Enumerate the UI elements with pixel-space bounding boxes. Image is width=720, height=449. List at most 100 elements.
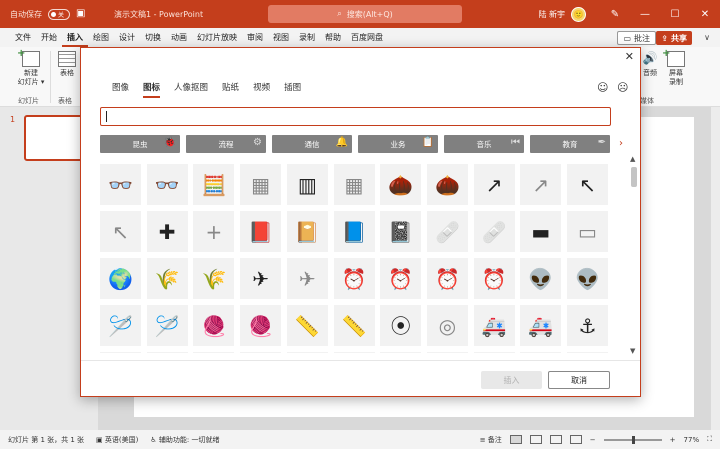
- partial-icon-8[interactable]: [426, 352, 468, 353]
- audio-button[interactable]: 🔊 音频: [640, 51, 660, 78]
- menu-item[interactable]: 动画: [166, 28, 192, 47]
- minimize-button[interactable]: —: [630, 0, 660, 28]
- insert-button[interactable]: 插入: [481, 371, 542, 389]
- partial-icon-6[interactable]: [333, 352, 375, 353]
- partial-icon-2[interactable]: [146, 352, 188, 353]
- partial-icon-10[interactable]: [520, 352, 562, 353]
- ambulance-filled-icon[interactable]: 🚑: [473, 305, 515, 346]
- plus-filled-icon[interactable]: ✚: [146, 211, 188, 252]
- dialog-tab[interactable]: 图标: [136, 81, 167, 98]
- zoom-level[interactable]: 77%: [684, 436, 700, 444]
- farmland-outline-icon[interactable]: 🌾: [193, 258, 235, 299]
- farmland-filled-icon[interactable]: 🌾: [146, 258, 188, 299]
- button-outline-icon[interactable]: ◎: [426, 305, 468, 346]
- plus-outline-icon[interactable]: +: [193, 211, 235, 252]
- menu-item[interactable]: 视图: [268, 28, 294, 47]
- acorn-filled-icon[interactable]: 🌰: [380, 164, 422, 205]
- share-button[interactable]: ⇪ 共享: [656, 31, 692, 45]
- slideshow-icon[interactable]: [569, 435, 582, 444]
- contact-book-filled-icon[interactable]: 📘: [333, 211, 375, 252]
- arrow-curve-left-outline-icon[interactable]: ↖: [100, 211, 141, 252]
- dialog-tab[interactable]: 插图: [277, 81, 308, 96]
- abacus-frame-filled-icon[interactable]: ▥: [286, 164, 328, 205]
- ribbon-collapse-icon[interactable]: ∨: [704, 33, 710, 42]
- arrow-curve-left-filled-icon[interactable]: ↖: [567, 164, 608, 205]
- maximize-button[interactable]: ☐: [660, 0, 690, 28]
- abacus-frame-outline-icon[interactable]: ▦: [333, 164, 375, 205]
- menu-item[interactable]: 开始: [36, 28, 62, 47]
- menu-item[interactable]: 录制: [294, 28, 320, 47]
- airplane-filled-icon[interactable]: ✈: [240, 258, 282, 299]
- category-chip[interactable]: 音乐 ⏮: [444, 135, 524, 153]
- dialog-tab[interactable]: 贴纸: [215, 81, 246, 96]
- screen-recording-button[interactable]: 屏幕 录制: [662, 48, 689, 87]
- bandage-filled-icon[interactable]: 🩹: [426, 211, 468, 252]
- scroll-thumb[interactable]: [631, 167, 637, 187]
- alarm-ringing-filled-icon[interactable]: ⏰: [426, 258, 468, 299]
- alarm-ringing-outline-icon[interactable]: ⏰: [473, 258, 515, 299]
- icon-grid-scrollbar[interactable]: ▲ ▼: [629, 155, 639, 360]
- partial-icon-11[interactable]: [567, 352, 608, 353]
- address-book-outline-icon[interactable]: 📔: [286, 211, 328, 252]
- zoom-slider[interactable]: [603, 435, 662, 444]
- 3d-glasses-filled-icon[interactable]: 👓: [100, 164, 141, 205]
- menu-item[interactable]: 幻灯片放映: [192, 28, 242, 47]
- search-box[interactable]: ⌕ 搜索(Alt+Q): [268, 5, 462, 23]
- chevron-right-icon[interactable]: ›: [619, 138, 623, 149]
- abacus-filled-icon[interactable]: 🧮: [193, 164, 235, 205]
- normal-view-icon[interactable]: [509, 435, 522, 444]
- partial-icon-4[interactable]: [240, 352, 282, 353]
- zoom-slider-thumb[interactable]: [631, 435, 635, 444]
- table-button[interactable]: 表格: [54, 51, 80, 78]
- notes-button[interactable]: ≡ 备注: [480, 435, 502, 445]
- dialog-tab[interactable]: 图像: [105, 81, 136, 96]
- africa-map-icon[interactable]: 🌍: [100, 258, 141, 299]
- menu-item[interactable]: 设计: [114, 28, 140, 47]
- editor-scrollbar[interactable]: [711, 107, 720, 430]
- arrow-curve-right-filled-icon[interactable]: ↗: [473, 164, 515, 205]
- avatar[interactable]: 🙂: [571, 6, 586, 22]
- contact-book-outline-icon[interactable]: 📓: [380, 211, 422, 252]
- slide-sorter-icon[interactable]: [529, 435, 542, 444]
- alien-filled-icon[interactable]: 👽: [520, 258, 562, 299]
- close-window-button[interactable]: ✕: [690, 0, 720, 28]
- partial-icon-7[interactable]: [380, 352, 422, 353]
- menu-item[interactable]: 帮助: [320, 28, 346, 47]
- new-slide-button[interactable]: 新建 幻灯片 ▾: [14, 48, 48, 87]
- yarn-ball-outline-icon[interactable]: 🧶: [240, 305, 282, 346]
- scroll-up-icon[interactable]: ▲: [630, 155, 635, 163]
- pen-icon[interactable]: ✎: [600, 0, 630, 28]
- acorn-outline-icon[interactable]: 🌰: [426, 164, 468, 205]
- alarm-clock-filled-icon[interactable]: ⏰: [333, 258, 375, 299]
- measuring-tape-filled-icon[interactable]: 📏: [286, 305, 328, 346]
- ambulance-outline-icon[interactable]: 🚑: [520, 305, 562, 346]
- smile-feedback-icon[interactable]: ☺: [597, 81, 608, 94]
- anchor-icon[interactable]: ⚓: [567, 305, 608, 346]
- autosave-toggle[interactable]: 关: [48, 8, 70, 20]
- zoom-in-button[interactable]: +: [670, 436, 676, 444]
- button-filled-icon[interactable]: ⦿: [380, 305, 422, 346]
- knitting-needle-filled-icon[interactable]: 🪡: [100, 305, 141, 346]
- abacus-outline-icon[interactable]: ▦: [240, 164, 282, 205]
- billboard-outline-icon[interactable]: ▭: [567, 211, 608, 252]
- partial-icon-1[interactable]: [100, 352, 141, 353]
- fit-slide-icon[interactable]: ⛶: [707, 435, 712, 444]
- partial-icon-3[interactable]: [193, 352, 235, 353]
- category-chip[interactable]: 教育 ✒: [530, 135, 610, 153]
- alarm-clock-outline-icon[interactable]: ⏰: [380, 258, 422, 299]
- arrow-curve-right-outline-icon[interactable]: ↗: [520, 164, 562, 205]
- alien-outline-icon[interactable]: 👽: [567, 258, 608, 299]
- user-name[interactable]: 陆 新宇: [538, 9, 565, 20]
- dialog-tab[interactable]: 人像抠图: [167, 81, 215, 96]
- close-icon[interactable]: ✕: [625, 50, 634, 63]
- menu-item[interactable]: 切换: [140, 28, 166, 47]
- partial-icon-9[interactable]: [473, 352, 515, 353]
- category-chip[interactable]: 通信 🔔: [272, 135, 352, 153]
- save-icon[interactable]: ▣: [76, 9, 85, 19]
- category-chip[interactable]: 昆虫 🐞: [100, 135, 180, 153]
- partial-icon-5[interactable]: [286, 352, 328, 353]
- menu-item[interactable]: 绘图: [88, 28, 114, 47]
- category-chip[interactable]: 流程 ⚙: [186, 135, 266, 153]
- comment-button[interactable]: ▭ 批注: [617, 31, 656, 45]
- menu-item[interactable]: 审阅: [242, 28, 268, 47]
